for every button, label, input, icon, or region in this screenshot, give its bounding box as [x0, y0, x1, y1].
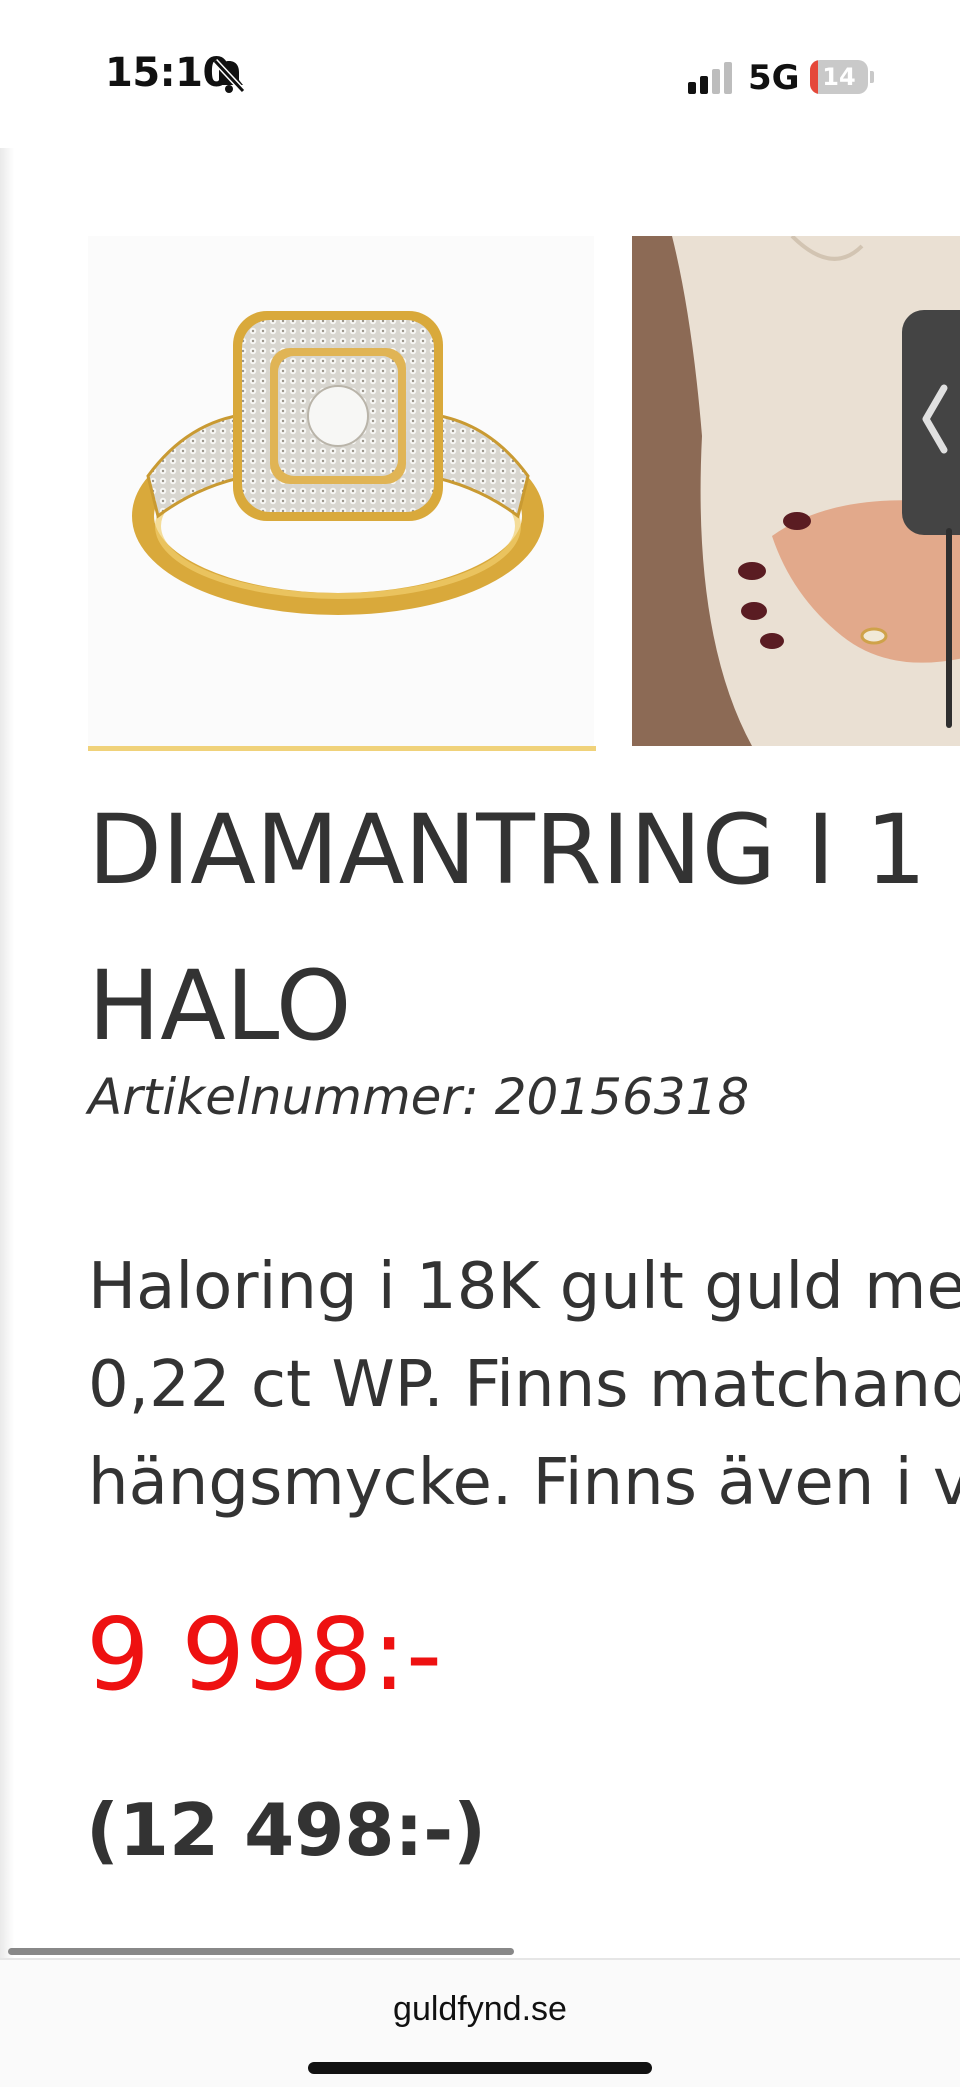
product-description: Haloring i 18K gult guld me 0,22 ct WP. F… — [88, 1238, 960, 1532]
old-price: (12 498:-) — [86, 1788, 487, 1872]
page-edge-shadow — [0, 148, 14, 1958]
ring-product-image[interactable] — [88, 236, 594, 746]
description-line: Haloring i 18K gult guld me — [88, 1250, 960, 1324]
battery-level: 14 — [822, 63, 856, 91]
product-title: DIAMANTRING I 1 HALO — [88, 772, 960, 1084]
chevron-left-icon — [922, 384, 948, 454]
horizontal-scrollbar[interactable] — [8, 1948, 514, 1955]
status-bar: 15:10 5G 14 — [0, 0, 960, 148]
product-title-line1: DIAMANTRING I 1 — [88, 794, 927, 906]
home-indicator[interactable] — [308, 2062, 652, 2074]
browser-bottom-bar: guldfynd.se — [0, 1958, 960, 2087]
url-address[interactable]: guldfynd.se — [0, 1990, 960, 2029]
description-line: 0,22 ct WP. Finns matchand — [88, 1348, 960, 1422]
price: 9 998:- — [86, 1596, 443, 1713]
signal-icon — [688, 62, 732, 94]
gallery-scroll-thumb — [946, 528, 952, 728]
article-number: Artikelnummer: 20156318 — [88, 1068, 750, 1126]
product-title-line2: HALO — [88, 950, 352, 1062]
ring-illustration — [132, 311, 544, 615]
network-label: 5G — [748, 58, 800, 98]
battery-indicator: 14 — [810, 60, 874, 94]
product-page: DIAMANTRING I 1 HALO Artikelnummer: 2015… — [0, 148, 960, 1958]
gallery-prev-button[interactable] — [902, 310, 960, 535]
bell-slash-icon — [212, 58, 246, 94]
description-line: hängsmycke. Finns även i v — [88, 1446, 960, 1520]
gallery-active-indicator — [88, 746, 596, 751]
